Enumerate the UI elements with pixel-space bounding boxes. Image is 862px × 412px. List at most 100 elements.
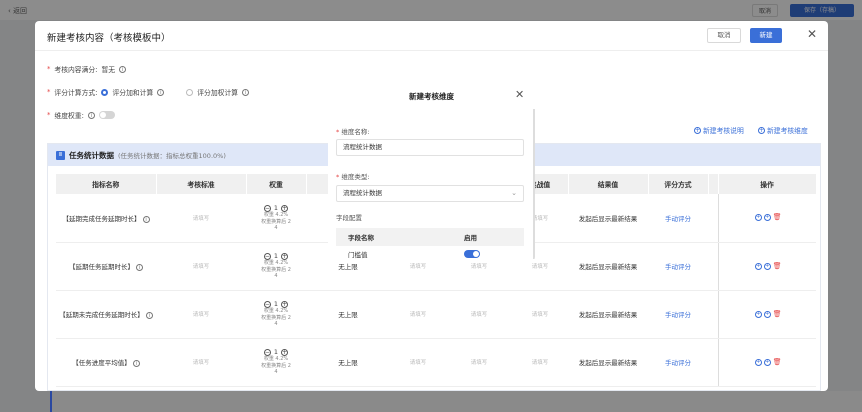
- radio-sum-label[interactable]: 评分加和计算: [112, 87, 153, 97]
- radio-weighted-label[interactable]: 评分加权计算: [197, 87, 238, 97]
- input-cell[interactable]: 请填写: [446, 338, 512, 387]
- dialog-title: 新建考核维度: [409, 92, 454, 101]
- section-subtitle: (任务统计数据：指标总权重100.0%): [118, 152, 226, 160]
- input-cell[interactable]: 请填写: [390, 290, 446, 339]
- info-icon[interactable]: i: [242, 88, 250, 96]
- indicator-name: 【延期完成任务延期时长】 i: [56, 194, 156, 243]
- add-row-icon[interactable]: +: [754, 310, 762, 318]
- dimension-weight-label: 维度权重:: [54, 112, 84, 120]
- info-icon[interactable]: i: [132, 360, 140, 367]
- input-cell[interactable]: 请填写: [446, 290, 512, 339]
- upper-limit-cell: 无上限: [306, 338, 390, 387]
- standard-cell[interactable]: 请填写: [156, 242, 246, 291]
- copy-icon[interactable]: +: [763, 214, 771, 222]
- dimension-type-select[interactable]: 流程统计数据 ⌄: [336, 185, 524, 202]
- weight-cell: −1 + 权重 4.2% 权重换算后 24: [246, 338, 306, 387]
- spacer-cell: [708, 242, 718, 291]
- actions-cell: + + 🗑: [717, 194, 816, 243]
- col-spacer: [708, 174, 719, 194]
- spacer-cell: [708, 290, 718, 339]
- weight-cell: −1 + 权重 4.2% 权重换算后 24: [246, 242, 306, 291]
- enable-toggle[interactable]: [464, 250, 480, 258]
- indicator-name: 【任务进度平均值】 i: [56, 338, 156, 387]
- info-icon[interactable]: i: [157, 88, 165, 96]
- full-score-row: * 考核内容满分: 暂无 i: [47, 64, 127, 74]
- delete-icon[interactable]: 🗑: [773, 358, 782, 366]
- standard-cell[interactable]: 请填写: [156, 338, 246, 387]
- info-icon[interactable]: i: [136, 264, 144, 271]
- info-icon[interactable]: i: [145, 312, 153, 319]
- indicator-name: 【延期未完成任务延期时长】 i: [56, 290, 156, 339]
- delete-icon[interactable]: 🗑: [773, 262, 782, 270]
- standard-cell[interactable]: 请填写: [156, 290, 246, 339]
- standard-cell[interactable]: 请填写: [156, 194, 246, 243]
- calc-method-label: 评分计算方式:: [54, 89, 98, 97]
- spacer-cell: [708, 338, 718, 387]
- copy-icon[interactable]: +: [763, 262, 771, 270]
- add-row-icon[interactable]: +: [754, 214, 762, 222]
- col-result: 结果值: [568, 174, 649, 194]
- calc-method-row: * 评分计算方式: 评分加和计算 i 评分加权计算 i: [47, 87, 250, 97]
- indicator-name: 【延期任务延期时长】 i: [56, 242, 156, 291]
- radio-sum[interactable]: [101, 88, 109, 96]
- field-config-table: 字段名称 启用 门槛值: [336, 228, 524, 261]
- close-icon[interactable]: ✕: [805, 27, 819, 41]
- cancel-button[interactable]: 取消: [707, 28, 741, 43]
- add-row-icon[interactable]: +: [754, 358, 762, 366]
- info-icon[interactable]: i: [87, 111, 95, 119]
- add-dimension-link[interactable]: + 新建考核维度: [758, 125, 808, 135]
- modal-header: 新建考核内容（考核模板中） 取消 新建 ✕: [35, 21, 828, 51]
- section-title: 任务统计数据: [69, 150, 114, 160]
- bottom-strip: [50, 391, 862, 412]
- actions-cell: + + 🗑: [717, 242, 816, 291]
- add-row-icon[interactable]: +: [754, 262, 762, 270]
- modal-title: 新建考核内容（考核模板中）: [47, 33, 171, 44]
- info-icon[interactable]: i: [142, 215, 150, 223]
- delete-icon[interactable]: 🗑: [773, 310, 782, 318]
- add-description-link[interactable]: + 新建考核说明: [694, 125, 744, 135]
- result-cell: 发起后显示最新结果: [568, 194, 648, 243]
- weight-cell: −1 + 权重 4.2% 权重换算后 24: [246, 290, 306, 339]
- weight-stepper[interactable]: −1 +: [246, 204, 306, 212]
- input-cell[interactable]: 请填写: [390, 338, 446, 387]
- plus-icon[interactable]: +: [281, 204, 289, 212]
- field-config-label: 字段配置: [336, 214, 362, 222]
- radio-weighted[interactable]: [186, 88, 194, 96]
- col-method: 评分方式: [648, 174, 709, 194]
- delete-icon[interactable]: 🗑: [773, 214, 782, 221]
- plus-circle-icon: +: [758, 126, 765, 134]
- method-cell[interactable]: 手动评分: [648, 290, 708, 339]
- full-score-value: 暂无: [101, 66, 116, 74]
- plus-icon[interactable]: +: [281, 348, 289, 356]
- plus-icon[interactable]: +: [281, 300, 289, 308]
- plus-icon[interactable]: +: [281, 252, 289, 260]
- result-cell: 发起后显示最新结果: [568, 338, 648, 387]
- result-cell: 发起后显示最新结果: [568, 290, 648, 339]
- create-button[interactable]: 新建: [750, 28, 782, 43]
- copy-icon[interactable]: +: [763, 358, 771, 366]
- field-row: 门槛值: [336, 246, 524, 261]
- dimension-weight-row: * 维度权重: i: [47, 110, 115, 120]
- copy-icon[interactable]: +: [763, 310, 771, 318]
- col-weight: 权重: [246, 174, 307, 194]
- dimension-weight-toggle[interactable]: [98, 111, 115, 119]
- method-cell[interactable]: 手动评分: [648, 194, 708, 243]
- minus-icon[interactable]: −: [263, 252, 271, 260]
- chart-icon: ⅡⅠ: [56, 150, 65, 160]
- minus-icon[interactable]: −: [263, 348, 271, 356]
- actions-cell: + + 🗑: [717, 338, 816, 387]
- col-standard: 考核标准: [156, 174, 247, 194]
- dimension-name-input[interactable]: 流程统计数据: [336, 139, 524, 156]
- chevron-down-icon: ⌄: [511, 189, 517, 197]
- challenge-cell[interactable]: 请填写: [512, 338, 568, 387]
- method-cell[interactable]: 手动评分: [648, 338, 708, 387]
- close-icon[interactable]: ✕: [515, 88, 524, 101]
- plus-circle-icon: +: [694, 126, 701, 134]
- minus-icon[interactable]: −: [263, 204, 271, 212]
- challenge-cell[interactable]: 请填写: [512, 290, 568, 339]
- col-actions: 操作: [717, 174, 817, 194]
- dialog-scrollbar[interactable]: [533, 109, 535, 259]
- method-cell[interactable]: 手动评分: [648, 242, 708, 291]
- minus-icon[interactable]: −: [263, 300, 271, 308]
- info-icon[interactable]: i: [119, 65, 127, 73]
